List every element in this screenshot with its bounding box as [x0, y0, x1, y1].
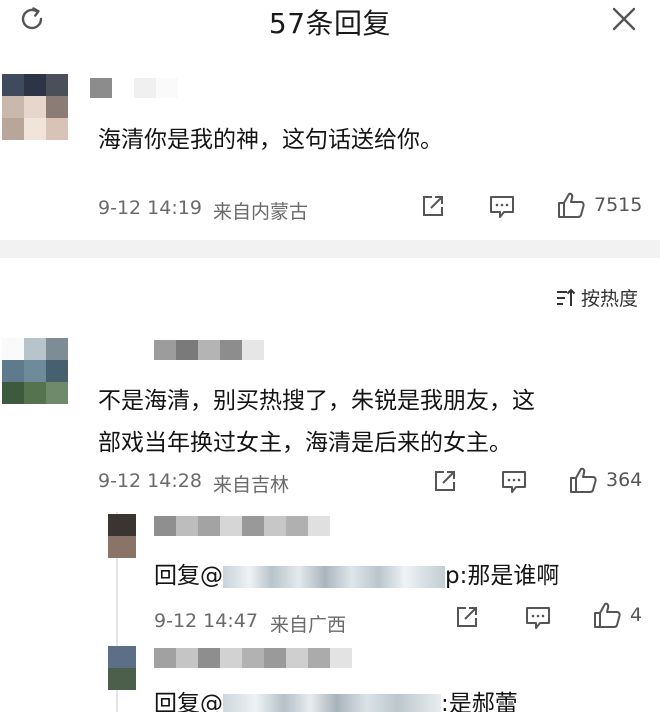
like-button[interactable]: 7515: [556, 190, 642, 220]
avatar[interactable]: [108, 646, 136, 690]
comment-location: 来自内蒙古: [213, 201, 309, 223]
sub-reply-text: 回复@:是郝蕾: [154, 684, 518, 712]
username-blurred[interactable]: [154, 516, 330, 536]
username-blurred[interactable]: [154, 648, 352, 668]
comment-icon: [502, 471, 526, 493]
thumb-up-icon: [594, 602, 621, 628]
comment-button[interactable]: [500, 469, 528, 495]
comment-icon: [490, 196, 514, 218]
comment-icon: [526, 607, 550, 629]
section-divider: [0, 240, 660, 258]
thumb-up-icon: [570, 467, 597, 493]
sub-reply-text: 回复@ p:那是谁啊: [154, 563, 560, 589]
like-button[interactable]: 364: [568, 465, 642, 495]
share-button[interactable]: [432, 468, 458, 494]
page-title: 57条回复: [268, 7, 392, 40]
avatar[interactable]: [108, 514, 136, 558]
like-count: 7515: [594, 194, 643, 216]
avatar[interactable]: [2, 74, 68, 140]
mention-blurred[interactable]: [223, 693, 441, 712]
reply-time: 9-12 14:28: [98, 470, 202, 492]
reply-location: 来自吉林: [213, 474, 290, 496]
thumb-up-icon: [558, 192, 585, 218]
sort-label: 按热度: [580, 288, 638, 310]
comment-time: 9-12 14:19: [98, 197, 202, 219]
share-button[interactable]: [420, 193, 446, 219]
username-blurred[interactable]: [154, 340, 264, 360]
mention-blurred[interactable]: [223, 565, 445, 588]
comment-button[interactable]: [524, 605, 552, 631]
share-icon: [435, 471, 455, 491]
sort-icon: [556, 288, 576, 306]
share-icon: [457, 607, 477, 627]
header-bar: 57条回复: [0, 0, 660, 40]
like-count: 364: [606, 469, 643, 491]
comment-button[interactable]: [488, 194, 516, 220]
like-count: 4: [630, 604, 643, 626]
share-icon: [423, 196, 443, 216]
like-button[interactable]: 4: [592, 600, 642, 630]
sub-reply-time: 9-12 14:47: [154, 610, 258, 632]
username-blurred[interactable]: [90, 78, 200, 98]
close-icon[interactable]: [608, 3, 640, 35]
comment-text: 海清你是我的神，这句话送给你。: [98, 127, 443, 153]
share-button[interactable]: [454, 604, 480, 630]
reply-text: 不是海清，别买热搜了，朱锐是我朋友，这 部戏当年换过女主，海清是后来的女主。: [98, 388, 535, 456]
sub-reply-location: 来自广西: [270, 614, 347, 636]
avatar[interactable]: [2, 338, 68, 404]
sort-button[interactable]: 按热度: [555, 284, 638, 311]
